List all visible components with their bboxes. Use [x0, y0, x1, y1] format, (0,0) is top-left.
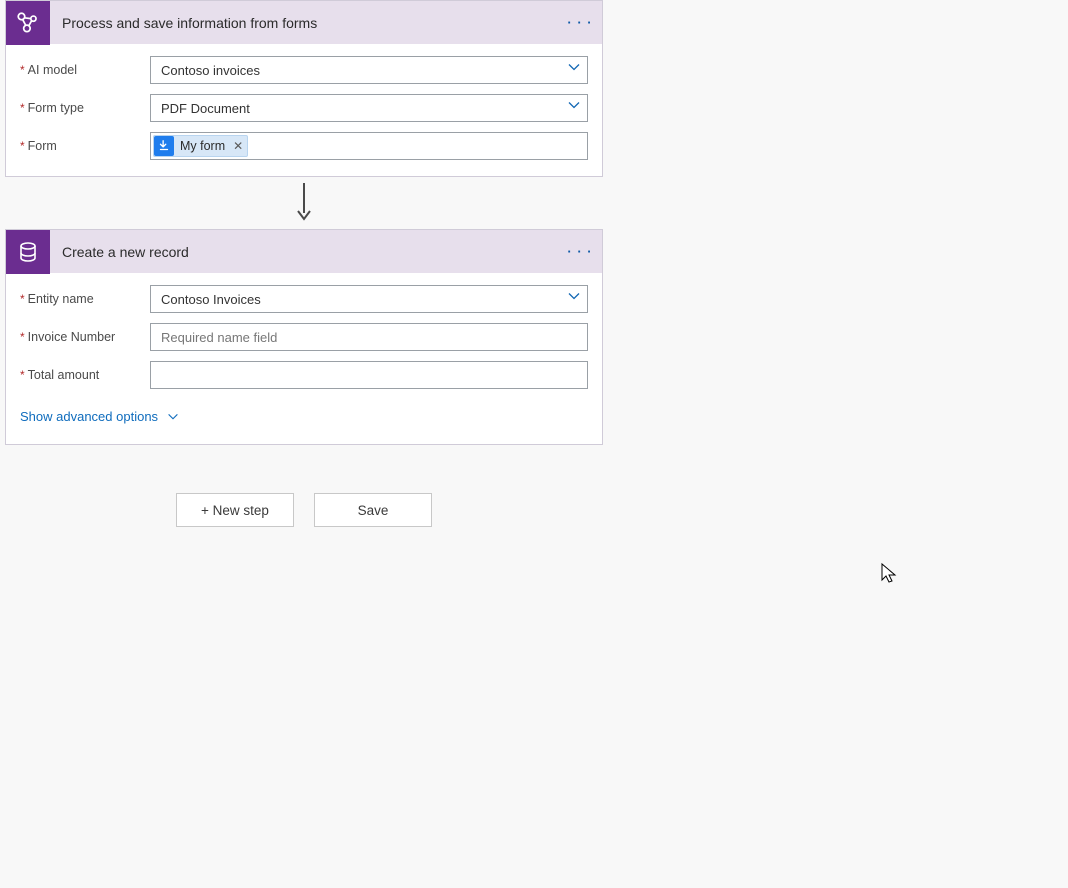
pointer-icon	[154, 136, 174, 156]
field-label: *Form	[20, 139, 150, 153]
form-token-input[interactable]: My form ✕	[150, 132, 588, 160]
field-form-type: *Form type PDF Document	[20, 94, 588, 122]
card-process-save-forms: Process and save information from forms …	[5, 0, 603, 177]
form-token[interactable]: My form ✕	[153, 135, 248, 157]
label-text: Form type	[28, 101, 84, 115]
field-label: *Invoice Number	[20, 330, 150, 344]
show-advanced-options-link[interactable]: Show advanced options	[20, 399, 588, 428]
field-entity-name: *Entity name Contoso Invoices	[20, 285, 588, 313]
field-form: *Form My form ✕	[20, 132, 588, 160]
card-title: Create a new record	[50, 244, 558, 260]
label-text: Entity name	[28, 292, 94, 306]
field-label: *AI model	[20, 63, 150, 77]
cursor-icon	[880, 562, 898, 589]
card-create-record: Create a new record · · · *Entity name C…	[5, 229, 603, 445]
field-ai-model: *AI model Contoso invoices	[20, 56, 588, 84]
card-title: Process and save information from forms	[50, 15, 558, 31]
token-label: My form	[180, 139, 225, 153]
field-label: *Form type	[20, 101, 150, 115]
card-menu-button[interactable]: · · ·	[558, 15, 602, 30]
save-button[interactable]: Save	[314, 493, 432, 527]
select-value: Contoso Invoices	[161, 292, 261, 307]
field-total-amount: *Total amount	[20, 361, 588, 389]
card-body: *Entity name Contoso Invoices *Invoice N…	[6, 273, 602, 444]
select-value: PDF Document	[161, 101, 250, 116]
placeholder-text: Required name field	[161, 330, 277, 345]
invoice-number-input[interactable]: Required name field	[150, 323, 588, 351]
arrow-connector	[5, 177, 603, 229]
chevron-down-icon	[166, 410, 180, 424]
field-label: *Total amount	[20, 368, 150, 382]
select-value: Contoso invoices	[161, 63, 260, 78]
label-text: Total amount	[28, 368, 100, 382]
card-header[interactable]: Process and save information from forms …	[6, 0, 602, 44]
new-step-button[interactable]: + New step	[176, 493, 294, 527]
label-text: AI model	[28, 63, 77, 77]
button-label: + New step	[201, 503, 269, 518]
field-label: *Entity name	[20, 292, 150, 306]
footer-buttons: + New step Save	[5, 493, 603, 527]
entity-name-select[interactable]: Contoso Invoices	[150, 285, 588, 313]
card-header[interactable]: Create a new record · · ·	[6, 229, 602, 273]
button-label: Save	[358, 503, 389, 518]
database-icon	[6, 230, 50, 274]
card-menu-button[interactable]: · · ·	[558, 244, 602, 259]
field-invoice-number: *Invoice Number Required name field	[20, 323, 588, 351]
ai-builder-icon	[6, 1, 50, 45]
token-remove-icon[interactable]: ✕	[233, 139, 243, 153]
label-text: Invoice Number	[28, 330, 116, 344]
card-body: *AI model Contoso invoices *Form type PD…	[6, 44, 602, 176]
ai-model-select[interactable]: Contoso invoices	[150, 56, 588, 84]
label-text: Form	[28, 139, 57, 153]
link-text: Show advanced options	[20, 409, 158, 424]
total-amount-input[interactable]	[150, 361, 588, 389]
form-type-select[interactable]: PDF Document	[150, 94, 588, 122]
